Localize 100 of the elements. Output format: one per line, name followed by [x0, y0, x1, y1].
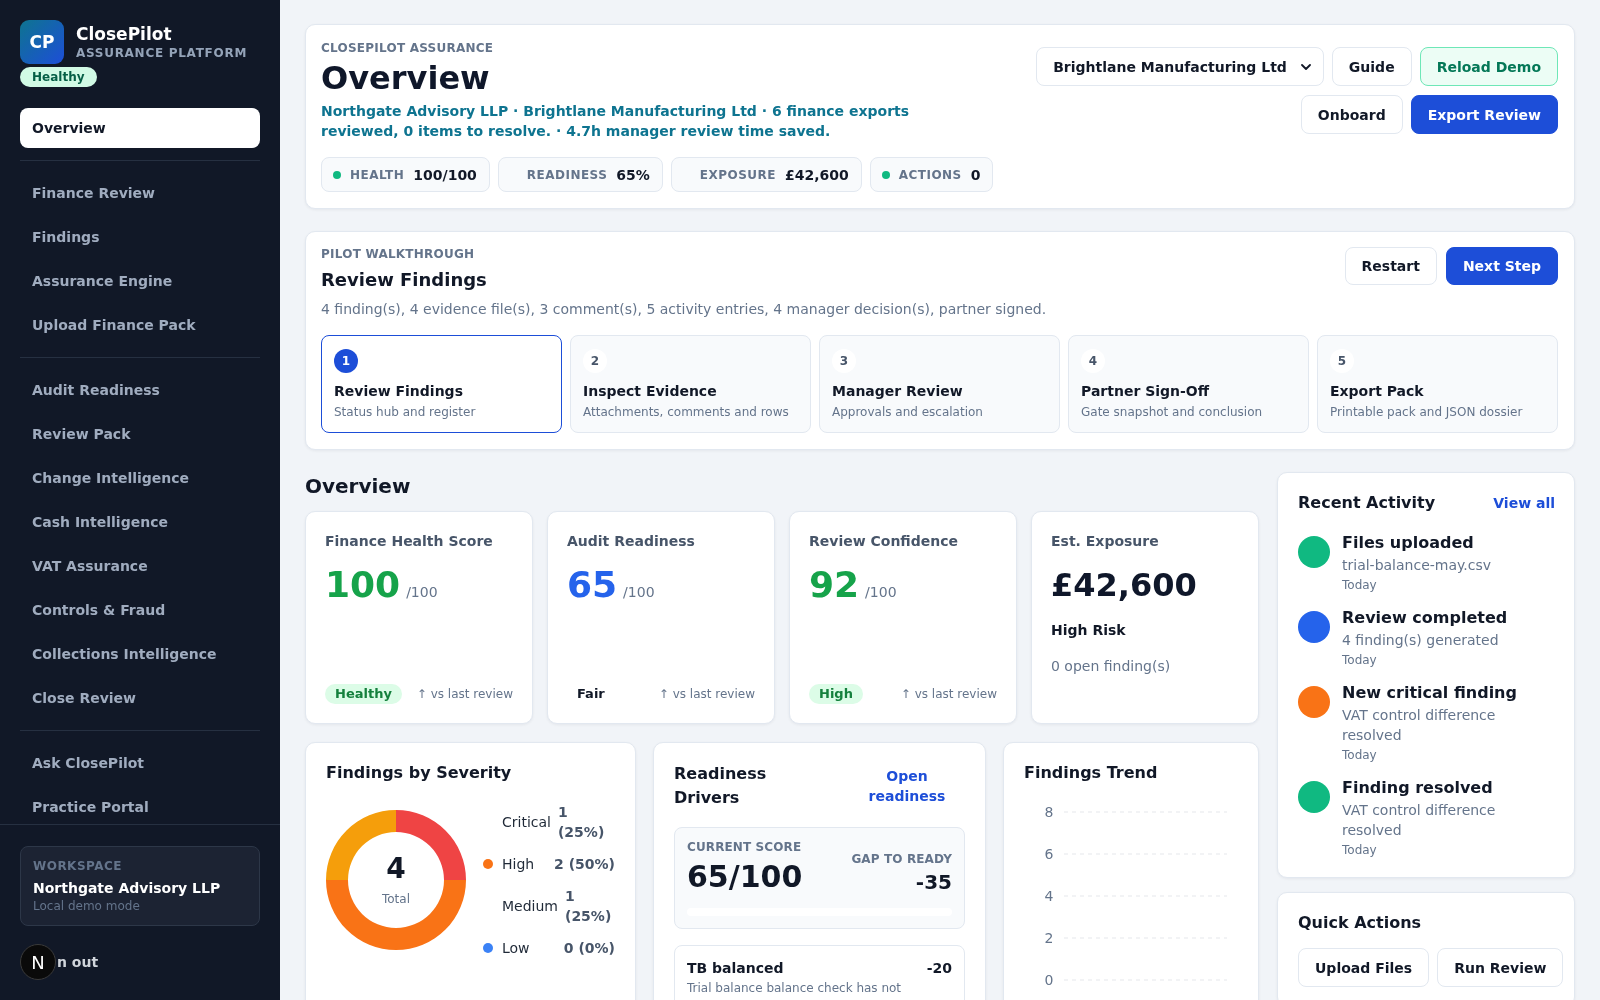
- step-title: Manager Review: [832, 382, 963, 401]
- eyebrow-label: CLOSEPILOT ASSURANCE: [321, 40, 495, 56]
- step-card[interactable]: 4 Partner Sign-Off Gate snapshot and conclusion: [1068, 335, 1309, 433]
- metric-value: 92: [809, 563, 860, 607]
- score-label: CURRENT SCORE: [687, 839, 803, 855]
- nav-item[interactable]: Finance Review: [20, 173, 260, 213]
- step-card[interactable]: 1 Review Findings Status hub and register: [321, 335, 562, 433]
- nav-link[interactable]: n out: [57, 954, 99, 970]
- nav-item[interactable]: Close Review: [20, 678, 260, 718]
- axis-tick-label: 8: [1044, 804, 1054, 820]
- nav-item[interactable]: Ask ClosePilot: [20, 743, 260, 783]
- action-button[interactable]: Onboard: [1300, 95, 1403, 134]
- donut-total-label: Total: [382, 891, 410, 907]
- nav-item[interactable]: VAT Assurance: [20, 546, 260, 586]
- card-title: Findings by Severity: [326, 762, 513, 784]
- workspace-mode: Local demo mode: [33, 898, 141, 914]
- trend-note: ↑ vs last review: [658, 686, 755, 702]
- legend-value: 0 (0%): [563, 939, 615, 958]
- nav-item[interactable]: Overview: [20, 108, 260, 148]
- action-button[interactable]: Export Review: [1410, 95, 1558, 134]
- activity-time: Today: [1342, 747, 1378, 763]
- metric-value: 65: [567, 563, 618, 607]
- metric-suffix: /100: [623, 584, 655, 600]
- open-readiness-link[interactable]: Open readiness: [859, 766, 955, 806]
- step-caption: Attachments, comments and rows: [583, 404, 789, 420]
- nav-item[interactable]: Assurance Engine: [20, 261, 260, 301]
- chip-label: HEALTH: [350, 167, 405, 182]
- card-title: Quick Actions: [1298, 912, 1423, 934]
- step-number: 1: [334, 349, 358, 373]
- nav-item[interactable]: Findings: [20, 217, 260, 257]
- metric-title: Est. Exposure: [1051, 532, 1160, 551]
- step-number: 2: [583, 349, 607, 373]
- metric-title: Audit Readiness: [567, 532, 696, 551]
- metric-suffix: /100: [865, 584, 897, 600]
- action-button[interactable]: Restart: [1344, 247, 1437, 285]
- step-card[interactable]: 3 Manager Review Approvals and escalation: [819, 335, 1060, 433]
- app-name: ClosePilot: [76, 23, 173, 45]
- action-button[interactable]: Guide: [1331, 47, 1412, 86]
- client-select[interactable]: Brightlane Manufacturing Ltd: [1036, 47, 1324, 86]
- logo-tile: CP: [20, 20, 64, 64]
- driver-name: TB balanced: [687, 959, 784, 978]
- action-button[interactable]: Run Review: [1437, 948, 1564, 987]
- driver-impact: -20: [926, 959, 952, 978]
- step-caption: Printable pack and JSON dossier: [1330, 404, 1523, 420]
- activity-title: Review completed: [1342, 607, 1509, 629]
- action-button[interactable]: Next Step: [1445, 247, 1558, 285]
- step-caption: Approvals and escalation: [832, 404, 983, 420]
- legend-value: 2 (50%): [554, 855, 615, 874]
- view-all-link[interactable]: View all: [1493, 493, 1555, 513]
- axis-tick-label: 6: [1044, 846, 1054, 862]
- app-tagline: ASSURANCE PLATFORM: [76, 45, 248, 61]
- card-title: Readiness Drivers: [674, 763, 768, 809]
- metric-suffix: /100: [406, 584, 438, 600]
- page-title: Overview: [321, 58, 491, 98]
- step-caption: Gate snapshot and conclusion: [1081, 404, 1263, 420]
- activity-detail: trial-balance-may.csv: [1342, 556, 1493, 575]
- step-card[interactable]: 2 Inspect Evidence Attachments, comments and rows: [570, 335, 811, 433]
- nav-item[interactable]: Review Pack: [20, 414, 260, 454]
- activity-detail: 4 finding(s) generated: [1342, 631, 1500, 650]
- status-badge: High: [809, 684, 863, 704]
- workspace-label: WORKSPACE: [33, 858, 123, 874]
- activity-title: New critical finding: [1342, 682, 1518, 704]
- gap-label: GAP TO READY: [851, 851, 952, 867]
- action-button[interactable]: Reload Demo: [1419, 47, 1558, 86]
- step-card[interactable]: 5 Export Pack Printable pack and JSON dossier: [1317, 335, 1558, 433]
- donut-total: 4: [386, 853, 406, 885]
- action-button[interactable]: Upload Files: [1298, 948, 1430, 987]
- gap-value: -35: [915, 869, 952, 896]
- chip-value: £42,600: [784, 166, 849, 183]
- risk-label: High Risk: [1051, 621, 1127, 640]
- step-title: Review Findings: [334, 382, 463, 401]
- trend-note: ↑ vs last review: [416, 686, 513, 702]
- legend-label: Critical: [502, 813, 551, 832]
- nav-item[interactable]: Change Intelligence: [20, 458, 260, 498]
- dev-indicator-button[interactable]: N: [20, 944, 56, 980]
- step-title: Partner Sign-Off: [1081, 382, 1210, 401]
- legend-label: Low: [502, 939, 530, 958]
- nav-item[interactable]: Upload Finance Pack: [20, 305, 260, 345]
- section-title: Overview: [305, 473, 412, 500]
- nav-item[interactable]: Controls & Fraud: [20, 590, 260, 630]
- legend-value: 1 (25%): [557, 803, 606, 842]
- chip-value: 100/100: [413, 166, 477, 183]
- walkthrough-summary: 4 finding(s), 4 evidence file(s), 3 comment(s), 5 activity entries, 4 manager decision(s), partner signed.: [321, 300, 1047, 319]
- activity-time: Today: [1342, 842, 1378, 858]
- legend-value: 1 (25%): [565, 887, 613, 926]
- step-title: Inspect Evidence: [583, 382, 717, 401]
- step-caption: Status hub and register: [334, 404, 476, 420]
- chip-label: ACTIONS: [898, 167, 962, 182]
- score-value: 65/100: [687, 858, 803, 896]
- status-badge: Healthy: [325, 684, 402, 704]
- nav-item[interactable]: Collections Intelligence: [20, 634, 260, 674]
- status-badge: Healthy: [20, 67, 97, 87]
- step-number: 4: [1081, 349, 1105, 373]
- nav-item[interactable]: Cash Intelligence: [20, 502, 260, 542]
- chip-label: READINESS: [526, 167, 608, 182]
- nav-item[interactable]: Audit Readiness: [20, 370, 260, 410]
- legend-label: High: [502, 855, 535, 874]
- activity-time: Today: [1342, 577, 1378, 593]
- activity-detail: VAT control difference resolved: [1342, 706, 1497, 745]
- nav-item[interactable]: Practice Portal: [20, 787, 260, 824]
